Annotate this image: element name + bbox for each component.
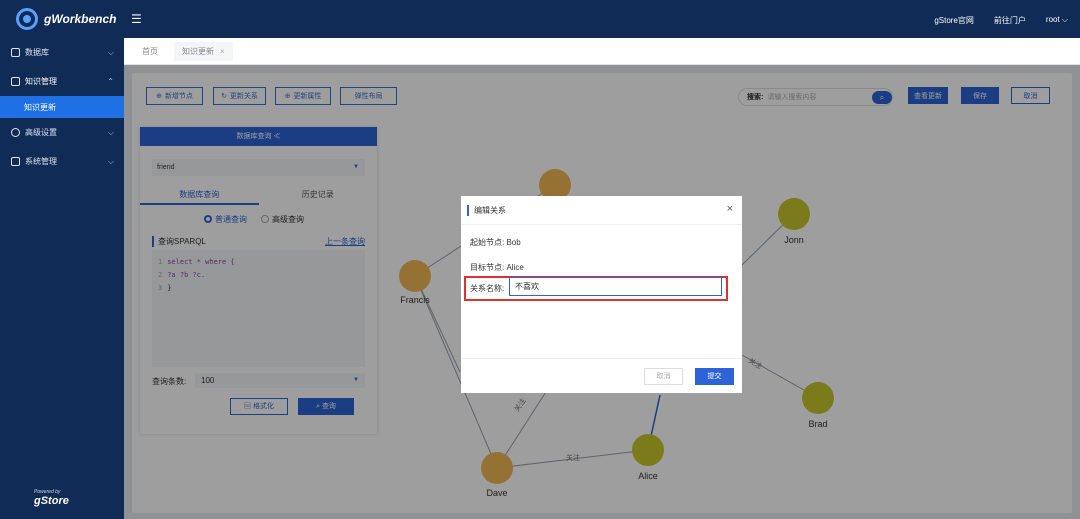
divider	[461, 358, 742, 359]
close-icon[interactable]: ×	[727, 203, 733, 215]
relation-name-input[interactable]: 不喜欢	[509, 277, 722, 296]
dialog-title: 编辑关系	[467, 205, 506, 216]
relation-name-label: 关系名称:	[470, 284, 505, 293]
divider	[461, 224, 742, 225]
edit-relation-dialog: 编辑关系 × 起始节点: Bob 目标节点: Alice 关系名称: 不喜欢 取…	[461, 196, 742, 393]
dialog-submit-button[interactable]: 提交	[695, 368, 734, 385]
target-node-row: 目标节点: Alice	[470, 263, 524, 272]
source-node-row: 起始节点: Bob	[470, 238, 521, 247]
dialog-cancel-button[interactable]: 取消	[644, 368, 683, 385]
